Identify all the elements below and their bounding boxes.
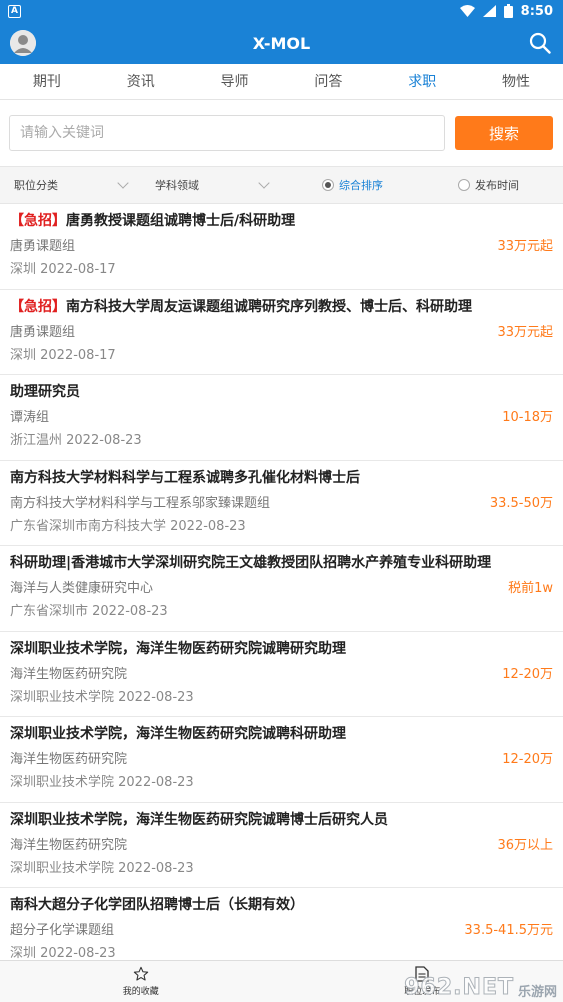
job-salary: 36万以上: [497, 837, 553, 853]
category-dropdown[interactable]: 职位分类: [0, 177, 141, 193]
job-location: 深圳职业技术学院 2022-08-23: [10, 775, 194, 790]
tab-qa[interactable]: 问答: [281, 64, 375, 100]
job-org: 海洋与人类健康研究中心: [10, 581, 154, 596]
app-title: X-MOL: [252, 33, 311, 53]
job-title: 【急招】南方科技大学周友运课题组诚聘研究序列教授、博士后、科研助理: [10, 296, 553, 318]
list-item[interactable]: 深圳职业技术学院，海洋生物医药研究院诚聘研究助理 海洋生物医药研究院 12-20万…: [0, 632, 563, 717]
notification-a-icon: A: [8, 4, 21, 18]
job-org: 超分子化学课题组: [10, 923, 115, 938]
chevron-down-icon: [258, 177, 270, 189]
battery-icon: [503, 4, 513, 18]
job-location: 深圳职业技术学院 2022-08-23: [10, 860, 194, 876]
list-item[interactable]: 【急招】唐勇教授课题组诚聘博士后/科研助理 唐勇课题组 33万元起 深圳 2022…: [0, 204, 563, 290]
watermark-number: 962.NET: [404, 975, 514, 1001]
job-org: 唐勇课题组: [10, 324, 76, 340]
job-location: 深圳 2022-08-17: [10, 347, 116, 363]
job-title: 深圳职业技术学院，海洋生物医药研究院诚聘科研助理: [10, 723, 553, 745]
job-title-text: 深圳职业技术学院，海洋生物医药研究院诚聘博士后研究人员: [10, 811, 388, 828]
list-item[interactable]: 深圳职业技术学院，海洋生物医药研究院诚聘科研助理 海洋生物医药研究院 12-20万…: [0, 717, 563, 803]
job-org: 唐勇课题组: [10, 239, 76, 254]
job-org: 海洋生物医药研究院: [10, 837, 128, 853]
field-dropdown-label: 学科领域: [155, 179, 199, 192]
job-title: 【急招】唐勇教授课题组诚聘博士后/科研助理: [10, 210, 553, 232]
job-location: 广东省深圳市南方科技大学 2022-08-23: [10, 518, 246, 534]
filter-row: 职位分类 学科领域 综合排序 发布时间: [0, 166, 563, 204]
job-title-text: 科研助理|香港城市大学深圳研究院王文雄教授团队招聘水产养殖专业科研助理: [10, 555, 492, 571]
job-title-text: 助理研究员: [10, 384, 80, 400]
sort-publish-time-label: 发布时间: [475, 179, 519, 192]
tab-news[interactable]: 资讯: [94, 64, 188, 100]
search-submit-button[interactable]: 搜索: [455, 116, 553, 150]
job-org: 谭涛组: [10, 410, 50, 425]
star-icon: [133, 966, 148, 981]
job-list: 【急招】唐勇教授课题组诚聘博士后/科研助理 唐勇课题组 33万元起 深圳 2022…: [0, 204, 563, 974]
sort-comprehensive-label: 综合排序: [339, 179, 383, 192]
job-title: 科研助理|香港城市大学深圳研究院王文雄教授团队招聘水产养殖专业科研助理: [10, 552, 553, 574]
job-org: 海洋生物医药研究院: [10, 666, 128, 682]
job-salary: 33万元起: [497, 239, 553, 254]
job-title: 南方科技大学材料科学与工程系诚聘多孔催化材料博士后: [10, 467, 553, 489]
job-title: 助理研究员: [10, 381, 553, 403]
app-bar: X-MOL: [0, 22, 563, 64]
list-item[interactable]: 深圳职业技术学院，海洋生物医药研究院诚聘博士后研究人员 海洋生物医药研究院 36万…: [0, 803, 563, 888]
tab-journals[interactable]: 期刊: [0, 64, 94, 100]
wifi-icon: [459, 5, 475, 17]
job-title-text: 深圳职业技术学院，海洋生物医药研究院诚聘研究助理: [10, 640, 346, 657]
job-title-text: 南方科技大学材料科学与工程系诚聘多孔催化材料博士后: [10, 469, 360, 486]
watermark-text: 乐游网: [517, 985, 557, 1000]
job-salary: 33万元起: [497, 324, 553, 340]
urgent-tag: 【急招】: [10, 213, 66, 229]
bottom-nav: 我的收藏 职位发布 962.NET 乐游网: [0, 960, 563, 1002]
job-title-text: 南科大超分子化学团队招聘博士后（长期有效）: [10, 897, 304, 913]
job-title-text: 唐勇教授课题组诚聘博士后/科研助理: [66, 213, 296, 229]
avatar[interactable]: [10, 30, 36, 56]
job-salary: 33.5-41.5万元: [464, 923, 553, 938]
list-item[interactable]: 助理研究员 谭涛组 10-18万 浙江温州 2022-08-23: [0, 375, 563, 461]
radio-selected-icon: [322, 179, 334, 191]
search-row: 搜索: [0, 100, 563, 166]
job-title-text: 深圳职业技术学院，海洋生物医药研究院诚聘科研助理: [10, 726, 346, 742]
search-input[interactable]: [9, 115, 445, 151]
job-title-text: 南方科技大学周友运课题组诚聘研究序列教授、博士后、科研助理: [66, 298, 472, 315]
list-item[interactable]: 【急招】南方科技大学周友运课题组诚聘研究序列教授、博士后、科研助理 唐勇课题组 3…: [0, 290, 563, 375]
nav-favorites-label: 我的收藏: [122, 987, 159, 997]
signal-icon: [482, 5, 496, 17]
tab-mentors[interactable]: 导师: [188, 64, 282, 100]
search-icon: [529, 32, 551, 54]
list-item[interactable]: 科研助理|香港城市大学深圳研究院王文雄教授团队招聘水产养殖专业科研助理 海洋与人…: [0, 546, 563, 632]
status-bar: A 8:50: [0, 0, 563, 22]
chevron-down-icon: [117, 177, 129, 189]
status-time: 8:50: [520, 3, 553, 19]
urgent-tag: 【急招】: [10, 298, 66, 315]
field-dropdown[interactable]: 学科领域: [141, 177, 282, 193]
job-salary: 10-18万: [502, 410, 553, 425]
job-location: 广东省深圳市 2022-08-23: [10, 604, 168, 619]
sort-publish-time[interactable]: 发布时间: [383, 177, 519, 193]
nav-favorites[interactable]: 我的收藏: [0, 961, 282, 1002]
list-item[interactable]: 南方科技大学材料科学与工程系诚聘多孔催化材料博士后 南方科技大学材料科学与工程系…: [0, 461, 563, 546]
user-icon: [10, 30, 36, 56]
sort-comprehensive[interactable]: 综合排序: [282, 177, 383, 193]
job-location: 深圳职业技术学院 2022-08-23: [10, 689, 194, 705]
job-org: 海洋生物医药研究院: [10, 752, 128, 767]
tab-properties[interactable]: 物性: [469, 64, 563, 100]
job-salary: 33.5-50万: [489, 495, 553, 511]
watermark-logo: 962.NET 乐游网: [404, 975, 557, 1001]
category-dropdown-label: 职位分类: [14, 179, 58, 192]
job-title: 深圳职业技术学院，海洋生物医药研究院诚聘博士后研究人员: [10, 809, 553, 831]
job-salary: 12-20万: [502, 666, 553, 682]
job-title: 南科大超分子化学团队招聘博士后（长期有效）: [10, 894, 553, 916]
job-salary: 税前1w: [508, 581, 553, 596]
job-location: 深圳 2022-08-17: [10, 262, 116, 277]
search-button[interactable]: [527, 30, 553, 56]
category-tabs: 期刊 资讯 导师 问答 求职 物性: [0, 64, 563, 100]
job-title: 深圳职业技术学院，海洋生物医药研究院诚聘研究助理: [10, 638, 553, 660]
job-org: 南方科技大学材料科学与工程系邬家臻课题组: [10, 495, 271, 511]
job-location: 浙江温州 2022-08-23: [10, 433, 142, 448]
job-salary: 12-20万: [502, 752, 553, 767]
radio-unselected-icon: [458, 179, 470, 191]
tab-jobs[interactable]: 求职: [375, 64, 469, 100]
